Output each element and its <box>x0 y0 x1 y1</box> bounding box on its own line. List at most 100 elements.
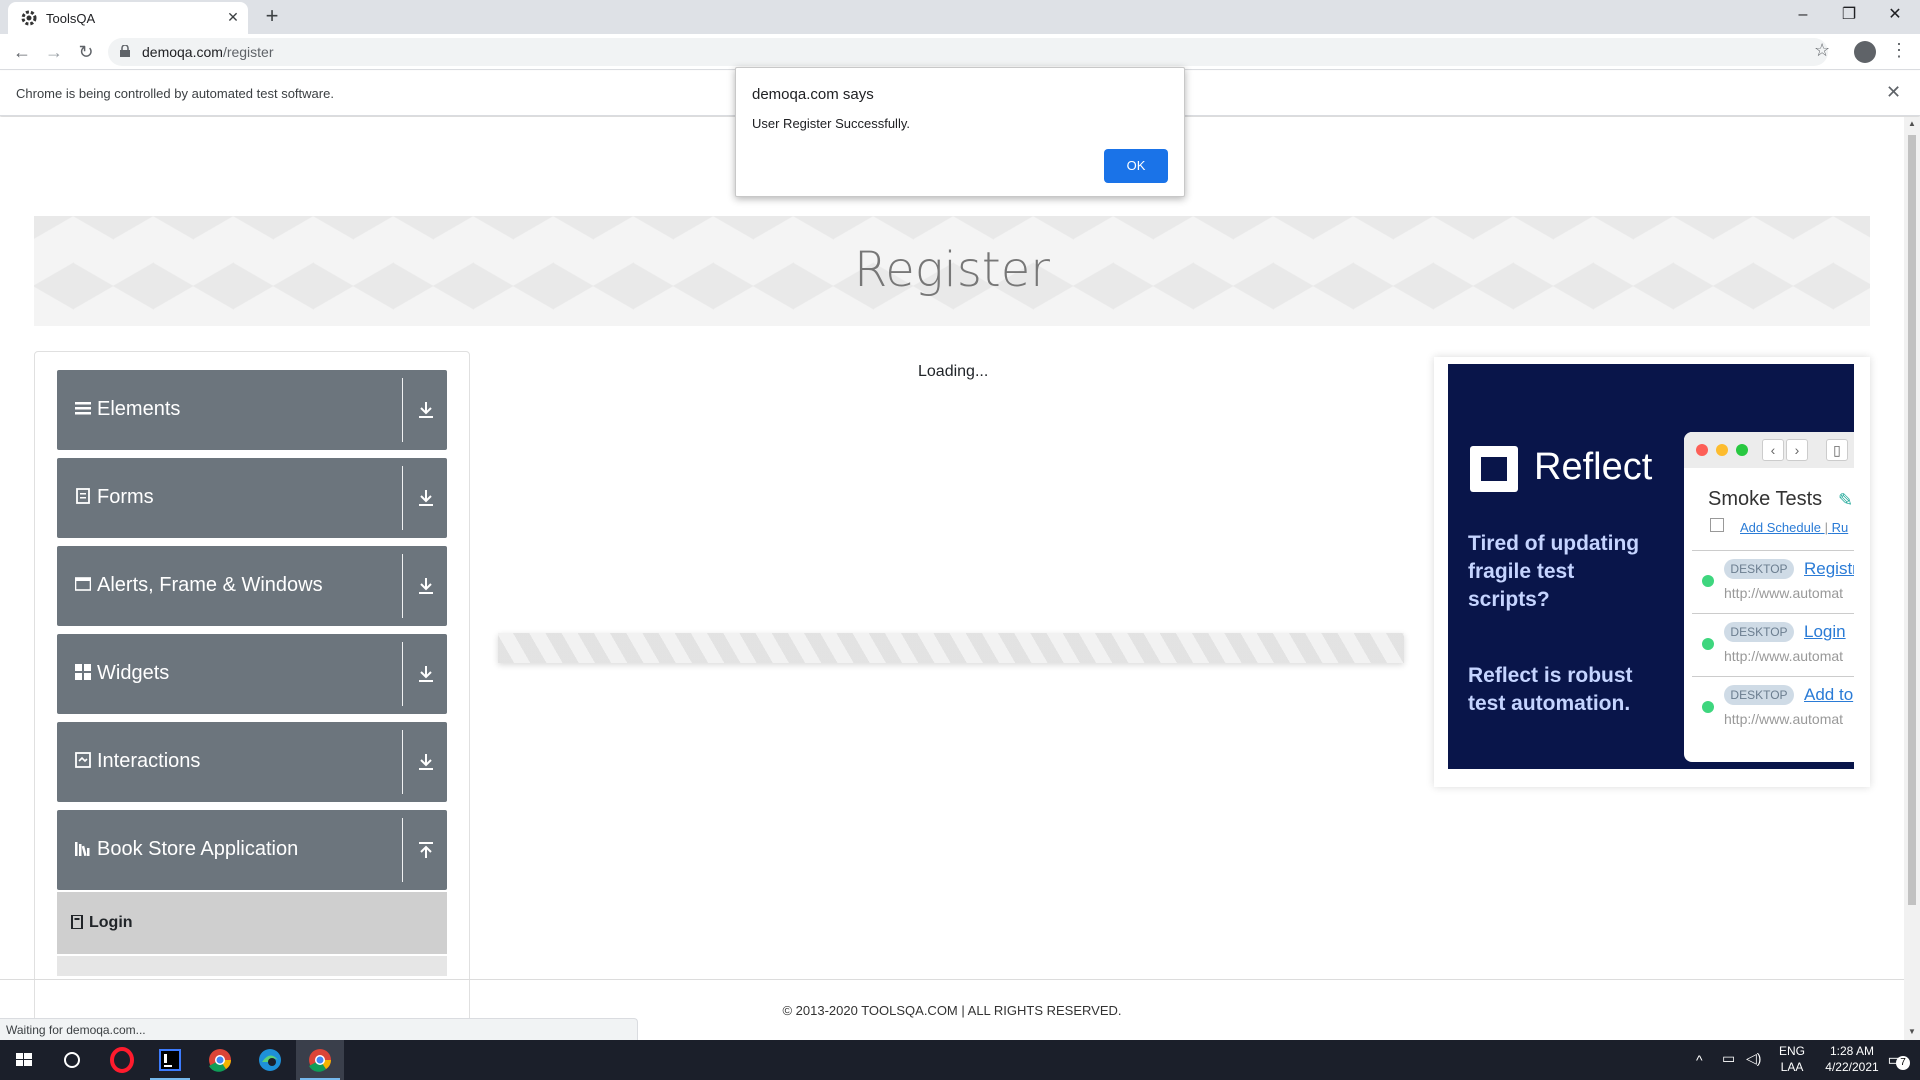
divider <box>402 378 403 442</box>
network-icon[interactable]: ▭ <box>1722 1050 1735 1067</box>
download-arrow-icon <box>419 666 433 682</box>
divider <box>402 642 403 706</box>
sidebar-group-widgets[interactable]: Widgets <box>57 634 447 714</box>
clock-time: 1:28 AM <box>1829 1044 1875 1058</box>
search-icon[interactable] <box>48 1040 96 1080</box>
sidebar-group-interactions[interactable]: Interactions <box>57 722 447 802</box>
notification-count: 7 <box>1896 1056 1910 1070</box>
minimize-icon[interactable]: – <box>1780 0 1826 30</box>
sidebar-group-label: Elements <box>97 398 181 420</box>
chrome-icon[interactable] <box>196 1040 244 1080</box>
url-path: /register <box>222 44 274 60</box>
vertical-scrollbar[interactable]: ▲ ▼ <box>1904 117 1920 1042</box>
trailing-link: Ru <box>1831 520 1849 535</box>
test-url: http://www.automat <box>1724 711 1844 727</box>
intellij-icon[interactable] <box>146 1040 194 1080</box>
status-bar: Waiting for demoqa.com... <box>0 1018 638 1040</box>
browser-tab[interactable]: ToolsQA ✕ <box>8 2 248 34</box>
window-icon <box>75 577 91 591</box>
sidebar-group-label: Interactions <box>97 750 201 772</box>
pencil-icon: ✎ <box>1838 490 1854 510</box>
screen: ToolsQA ✕ + – ❐ ✕ ← → ↻ demoqa.com/regis… <box>0 0 1920 1080</box>
loading-text: Loading... <box>918 363 989 380</box>
sidebar-group-forms[interactable]: Forms <box>57 458 447 538</box>
chrome-active-icon[interactable] <box>296 1040 344 1080</box>
footer-text: © 2013-2020 TOOLSQA.COM | ALL RIGHTS RES… <box>782 1003 1122 1018</box>
alert-title: demoqa.com says <box>752 86 874 103</box>
minimize-dot-icon <box>1716 444 1728 456</box>
upload-arrow-icon <box>419 842 433 858</box>
ad-panel: Reflect Tired of updating fragile test s… <box>1448 364 1854 769</box>
tab-title: ToolsQA <box>46 11 96 26</box>
download-arrow-icon <box>419 754 433 770</box>
test-url: http://www.automat <box>1724 585 1844 601</box>
sidebar-group-label: Alerts, Frame & Windows <box>97 574 323 596</box>
clock-date: 4/22/2021 <box>1825 1060 1879 1074</box>
divider <box>402 818 403 882</box>
ad-add-schedule: Add Schedule | Ru <box>1740 520 1848 535</box>
url-host: demoqa.com <box>142 44 223 60</box>
menu-kebab-icon[interactable]: ⋮ <box>1890 40 1908 61</box>
reload-icon[interactable]: ↻ <box>74 40 98 64</box>
scroll-up-icon[interactable]: ▲ <box>1907 119 1917 129</box>
windows-start-icon[interactable] <box>0 1040 48 1080</box>
close-dot-icon <box>1696 444 1708 456</box>
sidebar-item-next[interactable] <box>57 956 447 976</box>
infobar-close-icon[interactable]: ✕ <box>1886 82 1901 103</box>
books-icon <box>75 842 90 856</box>
tab-close-icon[interactable]: ✕ <box>224 8 242 26</box>
chevron-left-icon: ‹ <box>1762 439 1784 461</box>
test-link: Registr <box>1804 559 1854 578</box>
status-text: Waiting for demoqa.com... <box>6 1023 146 1037</box>
sidebar-item-label: Login <box>89 914 133 931</box>
close-window-icon[interactable]: ✕ <box>1872 0 1918 30</box>
ad-app-window: ‹ › ▯ Smoke Tests ✎ Add Schedule | Ru DE… <box>1684 432 1854 762</box>
forward-icon[interactable]: → <box>42 40 66 64</box>
badge: DESKTOP <box>1724 559 1794 579</box>
new-tab-icon[interactable]: + <box>260 5 284 29</box>
alert-message: User Register Successfully. <box>752 116 910 131</box>
grid-icon <box>75 664 91 680</box>
ad-window-title: Smoke Tests <box>1708 488 1823 510</box>
notification-icon[interactable]: ▭ 7 <box>1880 1050 1910 1070</box>
bookmark-star-icon[interactable]: ☆ <box>1814 40 1830 61</box>
list-icon <box>75 402 91 415</box>
download-arrow-icon <box>419 402 433 418</box>
restore-icon[interactable]: ❐ <box>1826 0 1872 30</box>
address-bar[interactable]: demoqa.com/register <box>108 38 1828 66</box>
sidebar-group-elements[interactable]: Elements <box>57 370 447 450</box>
ad-brand: Reflect <box>1534 446 1653 488</box>
status-dot-icon <box>1702 638 1714 650</box>
separator: | <box>1824 520 1828 535</box>
volume-icon[interactable]: ◁) <box>1746 1050 1761 1067</box>
test-link: Add to <box>1804 685 1854 704</box>
book-icon <box>71 915 83 929</box>
clock[interactable]: 1:28 AM 4/22/2021 <box>1818 1044 1886 1074</box>
infobar-text: Chrome is being controlled by automated … <box>16 86 334 101</box>
tray-chevron-icon[interactable]: ^ <box>1696 1052 1703 1068</box>
interaction-icon <box>75 752 91 768</box>
footer-divider <box>0 979 1904 980</box>
badge: DESKTOP <box>1724 622 1794 642</box>
language-line2: LAA <box>1780 1060 1804 1074</box>
sidebar: Elements Forms Alerts, Frame & Windows W… <box>34 351 470 1020</box>
page-content: Register Elements Forms Alerts, Frame & … <box>0 117 1904 1020</box>
reflect-logo-icon <box>1470 446 1518 492</box>
edge-icon[interactable] <box>246 1040 294 1080</box>
page-title: Register <box>854 242 1050 298</box>
opera-icon[interactable] <box>98 1040 146 1080</box>
sidebar-group-bookstore[interactable]: Book Store Application <box>57 810 447 890</box>
scroll-down-icon[interactable]: ▼ <box>1907 1027 1917 1037</box>
sidebar-toggle-icon: ▯ <box>1826 439 1848 461</box>
ad-test-row: DESKTOP Registr http://www.automat <box>1692 550 1854 610</box>
divider <box>402 730 403 794</box>
windows-taskbar: ^ ▭ ◁) ENG LAA 1:28 AM 4/22/2021 ▭ 7 <box>0 1040 1920 1080</box>
reflect-ad[interactable]: Reflect Tired of updating fragile test s… <box>1434 357 1870 787</box>
sidebar-item-login[interactable]: Login <box>57 892 447 954</box>
sidebar-group-alerts[interactable]: Alerts, Frame & Windows <box>57 546 447 626</box>
profile-avatar-icon[interactable] <box>1854 41 1876 63</box>
back-icon[interactable]: ← <box>10 40 34 64</box>
alert-ok-button[interactable]: OK <box>1104 149 1168 183</box>
scrollbar-thumb[interactable] <box>1908 135 1916 905</box>
language-indicator[interactable]: ENG LAA <box>1772 1044 1812 1074</box>
